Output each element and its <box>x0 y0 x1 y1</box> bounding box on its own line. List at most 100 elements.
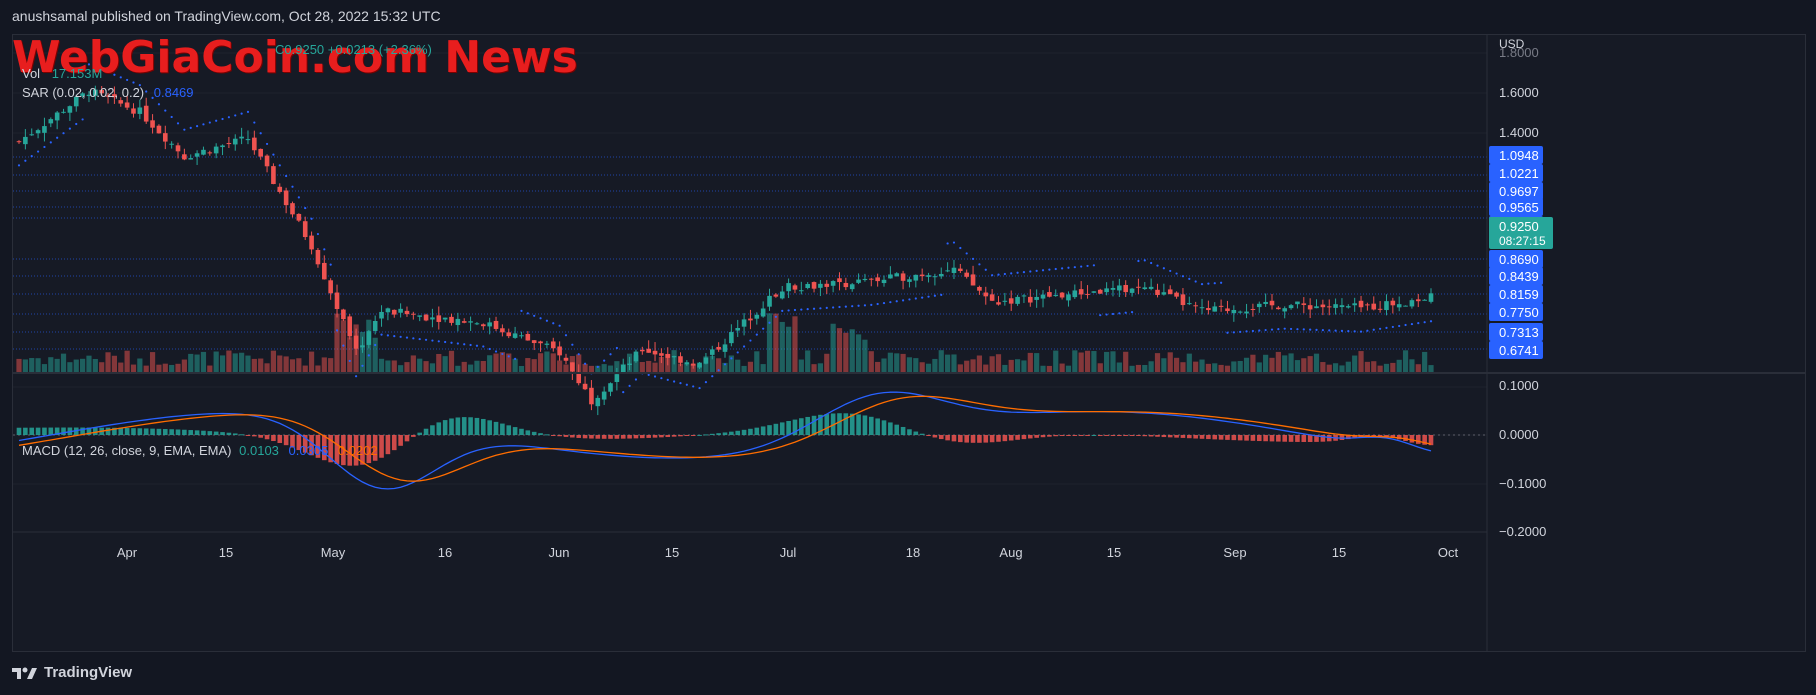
candle <box>1129 288 1135 293</box>
sar-dot <box>914 297 917 300</box>
candle <box>729 332 734 344</box>
sar-dot <box>215 119 218 122</box>
sar-dot <box>507 355 510 358</box>
macd-histogram-bar <box>105 427 111 435</box>
sar-dot <box>1124 311 1127 314</box>
macd-histogram-bar <box>989 435 995 443</box>
macd-histogram-bar <box>646 435 651 438</box>
sar-dot <box>609 353 612 356</box>
macd-histogram-bar <box>417 432 423 435</box>
candle <box>194 153 200 157</box>
sar-dot <box>189 126 192 129</box>
candle <box>1123 285 1129 293</box>
macd-histogram-bar <box>442 420 448 435</box>
candle <box>703 357 709 364</box>
candle <box>684 362 690 365</box>
volume-bar <box>588 365 595 372</box>
volume-bar <box>143 365 149 372</box>
candle <box>849 284 855 290</box>
volume-bar <box>1084 350 1091 372</box>
volume-bar <box>550 353 556 372</box>
macd-histogram-bar <box>582 435 588 439</box>
volume-bar <box>1180 362 1186 372</box>
candle <box>1047 292 1052 297</box>
candle <box>143 105 149 122</box>
candle <box>1396 304 1402 308</box>
candle <box>162 133 168 142</box>
macd-line <box>18 391 1432 490</box>
macd-histogram-bar <box>576 435 582 438</box>
macd-histogram-bar <box>143 428 149 435</box>
chart-frame[interactable]: USD 1.8000 1.6000 1.4000 1.0948 1.0221 0.9… <box>12 34 1806 652</box>
volume-bar <box>544 351 550 372</box>
level-label: 0.8690 <box>1499 252 1539 267</box>
volume-bar <box>417 358 423 372</box>
macd-histogram-bar <box>519 428 524 435</box>
candle <box>1193 305 1198 307</box>
sar-dot <box>1200 283 1204 286</box>
sar-dot <box>399 335 402 338</box>
volume-bar <box>1091 351 1097 372</box>
candle <box>506 332 512 337</box>
volume-bar <box>1345 361 1351 372</box>
sar-dot <box>202 123 205 126</box>
candle <box>42 126 47 133</box>
sar-dot <box>819 307 822 310</box>
volume-bar <box>404 362 410 372</box>
macd-histogram-bar <box>875 418 880 435</box>
grid <box>13 52 1487 533</box>
sar-dot <box>1207 282 1210 285</box>
sar-dot <box>335 329 339 332</box>
macd-histogram-bar <box>1117 435 1122 436</box>
volume-bar <box>1110 351 1116 372</box>
macd-histogram-bar <box>799 418 804 435</box>
volume-bar <box>582 363 588 372</box>
sar-dot <box>901 299 905 302</box>
candle <box>455 318 461 326</box>
macd-histogram-bar <box>652 435 658 438</box>
volume-bar <box>232 353 238 372</box>
volume-bar <box>283 356 289 372</box>
volume-bar <box>951 354 957 372</box>
macd-histogram-bar <box>932 435 938 438</box>
sar-dot <box>68 127 71 130</box>
volume-bar <box>1396 359 1402 372</box>
sar-dot <box>62 132 65 135</box>
candle <box>1180 294 1186 306</box>
candle <box>1021 295 1027 297</box>
sar-dot <box>940 293 943 296</box>
volume-bar <box>226 350 232 372</box>
sar-dot <box>774 315 777 318</box>
volume-bar <box>1320 362 1326 372</box>
macd-histogram-bar <box>1027 435 1033 439</box>
candle <box>182 154 187 160</box>
time-axis-label: 15 <box>1107 545 1121 560</box>
price-tick: 1.6000 <box>1499 85 1539 100</box>
volume-bar <box>474 360 480 372</box>
macd-histogram-bar <box>888 422 893 435</box>
level-label: 0.6741 <box>1499 343 1539 358</box>
sar-dot <box>221 117 224 121</box>
volume-bar <box>995 354 1002 372</box>
sar-dot <box>927 295 930 298</box>
volume-bar <box>1313 353 1320 372</box>
macd-histogram-bar <box>544 434 550 436</box>
sar-dot <box>1175 272 1178 275</box>
volume-bar <box>518 365 525 372</box>
sar-dot <box>234 114 237 117</box>
sar-dot <box>488 347 491 351</box>
macd-histogram-bar <box>735 430 741 435</box>
sar-dot <box>882 301 886 305</box>
volume-bar <box>156 364 162 372</box>
sar-dot <box>316 232 320 236</box>
volume-bar <box>137 358 143 372</box>
sar-dot <box>1245 330 1248 333</box>
macd-histogram-bar <box>182 429 187 435</box>
sar-dot <box>596 365 599 369</box>
macd-histogram-bar <box>1129 435 1135 436</box>
candle <box>1314 306 1319 309</box>
sar-dot <box>1417 322 1420 325</box>
sar-dot <box>1366 329 1369 332</box>
macd-histogram-bar <box>748 428 753 435</box>
candle <box>881 279 887 284</box>
